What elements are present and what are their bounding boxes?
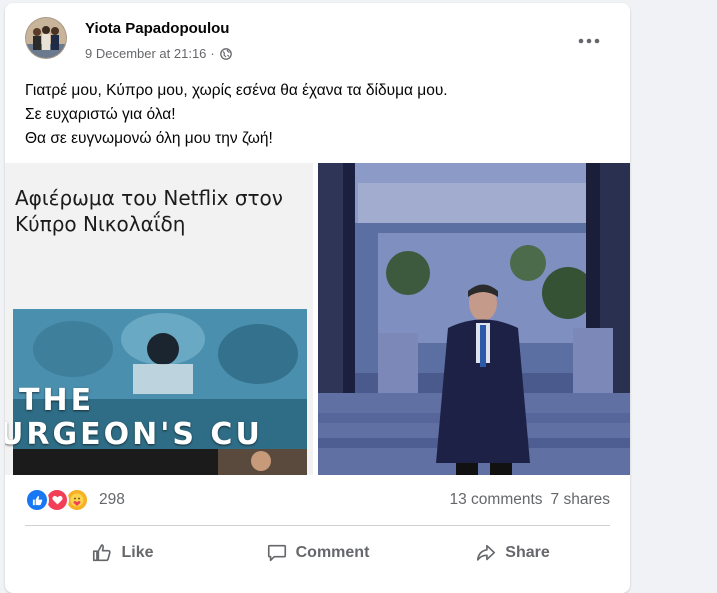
- more-options-icon[interactable]: [571, 29, 607, 53]
- comment-button[interactable]: Comment: [220, 531, 415, 575]
- caption-line: THE: [19, 383, 95, 418]
- post-header: Yiota Papadopoulou 9 December at 21:16 ·: [5, 3, 630, 63]
- share-button[interactable]: Share: [415, 531, 610, 575]
- shares-count[interactable]: 7 shares: [551, 491, 610, 509]
- photo-headline-line: Αφιέρωμα του Netflix στον: [15, 186, 283, 210]
- media-photo-doctor[interactable]: [318, 163, 630, 475]
- post-card: Yiota Papadopoulou 9 December at 21:16 ·…: [5, 3, 630, 593]
- post-meta: 9 December at 21:16 ·: [85, 46, 232, 61]
- like-label: Like: [121, 544, 154, 561]
- globe-icon[interactable]: [219, 47, 232, 60]
- caption-line: URGEON'S CU: [5, 417, 263, 452]
- post-stats: 298 13 comments 7 shares: [25, 481, 610, 519]
- documentary-caption: THE URGEON'S CU: [5, 383, 260, 451]
- photo-headline: Αφιέρωμα του Netflix στον Κύπρο Νικολαΐδ…: [15, 185, 305, 237]
- post-media: Αφιέρωμα του Netflix στον Κύπρο Νικολαΐδ…: [5, 163, 630, 475]
- reaction-summary[interactable]: 298: [25, 488, 125, 512]
- post-timestamp[interactable]: 9 December at 21:16: [85, 46, 206, 61]
- meta-separator: ·: [210, 46, 215, 61]
- stats-divider: [25, 525, 610, 526]
- photo-headline-line: Κύπρο Νικολαΐδη: [15, 212, 186, 236]
- post-text-line: Γιατρέ μου, Κύπρο μου, χωρίς εσένα θα έχ…: [25, 82, 448, 99]
- doctor-photo: [318, 163, 630, 475]
- engagement-counts: 13 comments 7 shares: [450, 491, 611, 509]
- share-icon: [477, 544, 496, 561]
- post-text-line: Σε ευχαριστώ για όλα!: [25, 106, 176, 123]
- reaction-count: 298: [99, 491, 125, 508]
- thumbs-up-icon: [93, 544, 112, 562]
- like-button[interactable]: Like: [25, 531, 220, 575]
- post-actions: Like Comment Share: [25, 531, 610, 575]
- post-text-line: Θα σε ευγνωμονώ όλη μου την ζωή!: [25, 130, 273, 147]
- author-name[interactable]: Yiota Papadopoulou: [85, 20, 229, 37]
- media-photo-netflix[interactable]: Αφιέρωμα του Netflix στον Κύπρο Νικολαΐδ…: [5, 163, 313, 475]
- like-icon: [25, 488, 49, 512]
- author-avatar[interactable]: [25, 17, 67, 59]
- comment-icon: [267, 544, 286, 562]
- comments-count[interactable]: 13 comments: [450, 491, 543, 509]
- comment-label: Comment: [295, 544, 370, 561]
- post-text: Γιατρέ μου, Κύπρο μου, χωρίς εσένα θα έχ…: [25, 79, 615, 151]
- share-label: Share: [505, 544, 550, 561]
